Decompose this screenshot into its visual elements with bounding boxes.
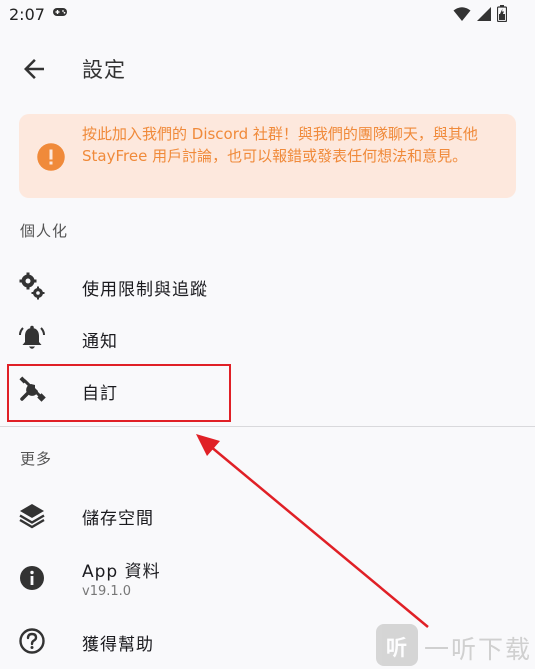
page-title: 設定: [82, 58, 126, 82]
gears-icon: [19, 272, 45, 300]
watermark-text: 一听下载: [424, 635, 533, 664]
gamepad-icon: [53, 8, 67, 16]
wifi-icon: [453, 7, 471, 21]
alert-icon: [37, 143, 65, 171]
settings-item-label: 獲得幫助: [82, 635, 154, 655]
app-version: v19.1.0: [82, 584, 132, 599]
status-bar: 2:07: [0, 0, 535, 30]
highlight-box: [7, 364, 231, 422]
signal-icon: [476, 7, 491, 21]
app-bar: 設定: [0, 40, 535, 96]
settings-item-storage[interactable]: 儲存空間: [0, 491, 535, 539]
settings-item-label: App 資料: [82, 562, 161, 582]
settings-item-app-info[interactable]: App 資料 v19.1.0: [0, 544, 535, 606]
settings-item-notifications[interactable]: 通知: [0, 314, 535, 362]
status-icons: [453, 5, 508, 26]
banner-text: 按此加入我們的 Discord 社群！與我們的團隊聊天，與其他 StayFree…: [82, 125, 478, 165]
battery-icon: [496, 5, 508, 23]
section-header-more: 更多: [20, 450, 53, 468]
watermark-logo: 听: [376, 624, 418, 666]
discord-banner[interactable]: 按此加入我們的 Discord 社群！與我們的團隊聊天，與其他 StayFree…: [19, 114, 516, 198]
layers-icon: [19, 504, 45, 529]
info-icon: [20, 566, 44, 590]
settings-item-label: 通知: [82, 332, 118, 352]
section-header-personalization: 個人化: [20, 222, 69, 240]
status-time: 2:07: [9, 5, 45, 24]
settings-item-label: 使用限制與追蹤: [82, 280, 208, 300]
section-divider: [0, 426, 535, 427]
bell-icon: [19, 325, 45, 349]
back-arrow-icon[interactable]: [19, 54, 49, 84]
settings-item-usage-limits[interactable]: 使用限制與追蹤: [0, 262, 535, 310]
help-icon: [19, 628, 45, 654]
settings-item-label: 儲存空間: [82, 509, 154, 529]
